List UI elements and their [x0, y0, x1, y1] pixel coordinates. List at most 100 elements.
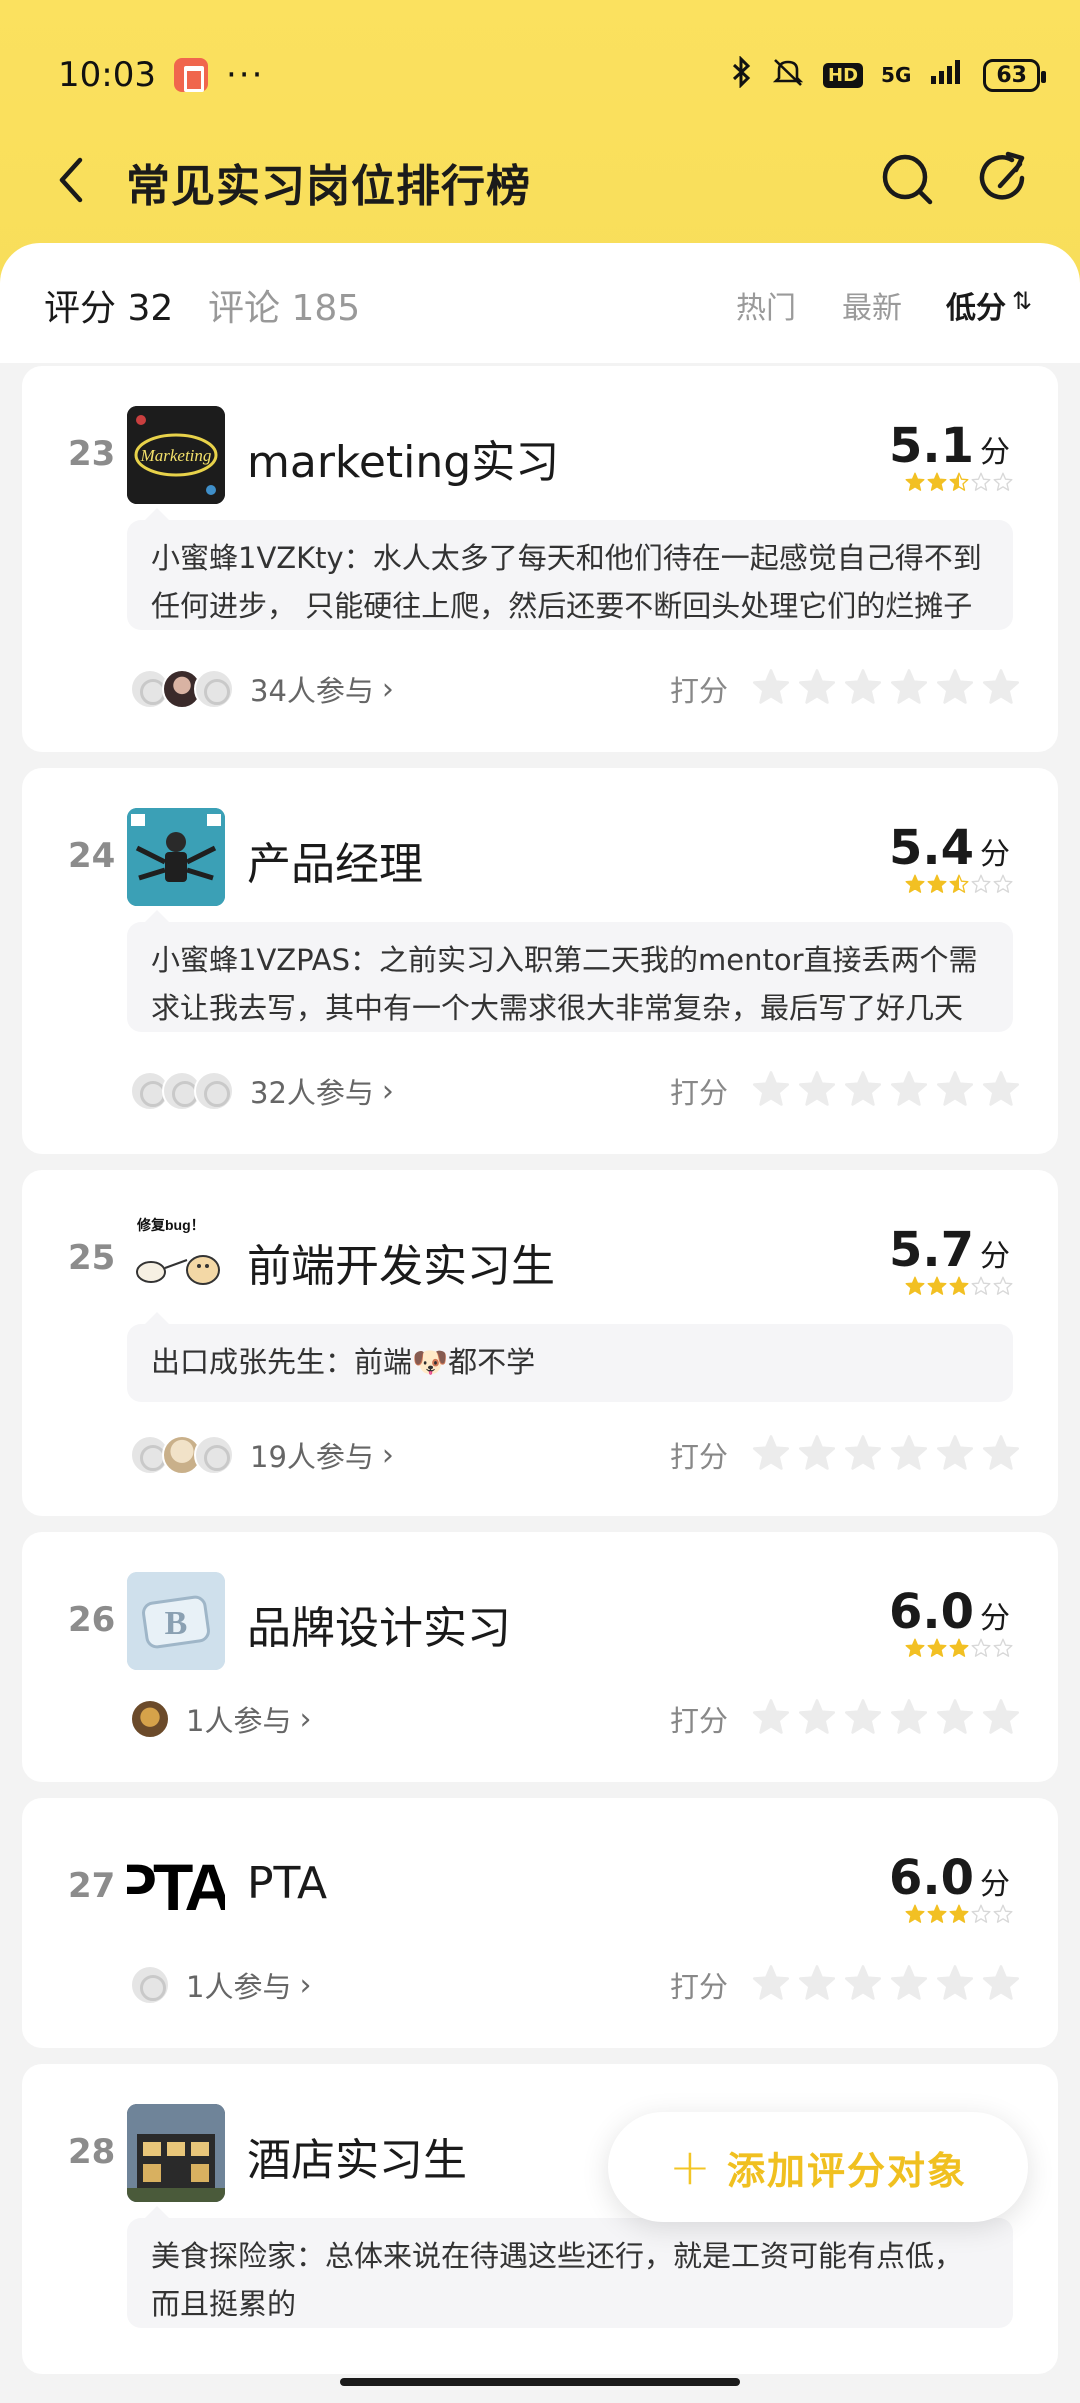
empty-star-icon[interactable]: [798, 1698, 836, 1736]
top-comment[interactable]: 小蜜蜂1VZPAS：之前实习入职第二天我的mentor直接丢两个需求让我去写，其…: [127, 910, 1013, 1032]
score: 6.0 分: [889, 1850, 1010, 1906]
ranking-card[interactable]: 26 B 品牌设计实习 6.0 分 1人参与 › 打分: [22, 1532, 1058, 1782]
comment-text: 小蜜蜂1VZPAS：之前实习入职第二天我的mentor直接丢两个需求让我去写，其…: [151, 943, 978, 1025]
item-name: PTA: [247, 1858, 328, 1909]
empty-star-icon[interactable]: [936, 668, 974, 706]
star-icon: [993, 874, 1013, 893]
item-thumbnail: PTA: [127, 1838, 225, 1936]
star-icon: [971, 1638, 991, 1657]
search-icon[interactable]: [878, 150, 938, 210]
svg-text:Marketing: Marketing: [140, 446, 212, 465]
empty-star-icon[interactable]: [982, 1434, 1020, 1472]
empty-star-icon[interactable]: [982, 1964, 1020, 2002]
top-comment[interactable]: 美食探险家：总体来说在待遇这些还行，就是工资可能有点低，而且挺累的: [127, 2206, 1013, 2328]
empty-star-icon[interactable]: [752, 1070, 790, 1108]
sort-hot[interactable]: 热门: [736, 283, 796, 327]
mini-star-rating: [905, 472, 1013, 492]
empty-star-icon[interactable]: [798, 668, 836, 706]
score-value: 5.4: [888, 820, 974, 876]
add-rating-target-label: 添加评分对象: [726, 2148, 967, 2193]
star-icon: [993, 1276, 1013, 1295]
rate-label: 打分: [670, 674, 729, 708]
sort-new[interactable]: 最新: [842, 283, 902, 327]
star-icon: [905, 874, 925, 893]
empty-star-icon[interactable]: [798, 1434, 836, 1472]
rate-stars[interactable]: [752, 1434, 1020, 1472]
empty-star-icon[interactable]: [982, 1070, 1020, 1108]
empty-star-icon[interactable]: [844, 1070, 882, 1108]
sort-low[interactable]: 低分: [946, 283, 1006, 327]
star-icon: [971, 472, 991, 491]
ranking-card[interactable]: 25 修复bug！ 前端开发实习生 5.7 分 出口成张先生：前端🐶都不学 19人…: [22, 1170, 1058, 1516]
avatar: [130, 1965, 170, 2005]
star-icon: [949, 472, 969, 491]
rate-stars[interactable]: [752, 1964, 1020, 2002]
empty-star-icon[interactable]: [936, 1698, 974, 1736]
participants-count: 32人参与: [250, 1076, 374, 1110]
more-notifications-icon: ···: [225, 55, 265, 95]
star-icon: [993, 472, 1013, 491]
empty-star-icon[interactable]: [982, 668, 1020, 706]
avatar: [194, 669, 234, 709]
star-icon: [927, 1638, 947, 1657]
empty-star-icon[interactable]: [890, 1964, 928, 2002]
star-icon: [905, 1276, 925, 1295]
empty-star-icon[interactable]: [890, 668, 928, 706]
score-unit: 分: [980, 435, 1010, 470]
mute-icon: [771, 56, 805, 95]
participants-link[interactable]: 1人参与 ›: [130, 1964, 311, 2006]
score-value: 5.7: [888, 1222, 974, 1278]
rate-label: 打分: [670, 1076, 729, 1110]
empty-star-icon[interactable]: [752, 668, 790, 706]
empty-star-icon[interactable]: [844, 1964, 882, 2002]
star-icon: [971, 1276, 991, 1295]
empty-star-icon[interactable]: [936, 1434, 974, 1472]
rate-stars[interactable]: [752, 1698, 1020, 1736]
item-name: 前端开发实习生: [247, 1241, 555, 1292]
ranking-card[interactable]: 23 Marketing marketing实习 5.1 分 小蜜蜂1VZKty：…: [22, 366, 1058, 752]
empty-star-icon[interactable]: [752, 1964, 790, 2002]
empty-star-icon[interactable]: [752, 1698, 790, 1736]
star-icon: [971, 1904, 991, 1923]
item-thumbnail: Marketing: [127, 406, 225, 504]
share-icon[interactable]: [976, 150, 1036, 210]
empty-star-icon[interactable]: [936, 1964, 974, 2002]
participants-link[interactable]: 34人参与 ›: [130, 668, 394, 710]
ranking-card[interactable]: 24 产品经理 5.4 分 小蜜蜂1VZPAS：之前实习入职第二天我的mentor…: [22, 768, 1058, 1154]
sort-order-icon[interactable]: ⇅: [1012, 287, 1032, 315]
tab-comment[interactable]: 评论 185: [208, 279, 360, 331]
home-indicator[interactable]: [340, 2378, 740, 2386]
item-thumbnail: 修复bug！: [127, 1210, 225, 1308]
participants-count: 1人参与: [186, 1704, 292, 1738]
top-comment[interactable]: 出口成张先生：前端🐶都不学: [127, 1312, 1013, 1402]
empty-star-icon[interactable]: [752, 1434, 790, 1472]
empty-star-icon[interactable]: [982, 1698, 1020, 1736]
empty-star-icon[interactable]: [890, 1434, 928, 1472]
empty-star-icon[interactable]: [844, 668, 882, 706]
chevron-right-icon: ›: [299, 1701, 312, 1737]
empty-star-icon[interactable]: [844, 1698, 882, 1736]
back-arrow-icon[interactable]: [46, 152, 102, 208]
avatar: [194, 1071, 234, 1111]
participants-link[interactable]: 32人参与 ›: [130, 1070, 394, 1112]
participants-link[interactable]: 19人参与 ›: [130, 1434, 394, 1476]
participants-count: 34人参与: [250, 674, 374, 708]
top-comment[interactable]: 小蜜蜂1VZKty：水人太多了每天和他们待在一起感觉自己得不到任何进步， 只能硬…: [127, 508, 1013, 630]
empty-star-icon[interactable]: [844, 1434, 882, 1472]
signal-icon: [929, 58, 965, 93]
ranking-card[interactable]: 27 PTA PTA 6.0 分 1人参与 › 打分: [22, 1798, 1058, 2048]
star-icon: [905, 472, 925, 491]
tab-score[interactable]: 评分 32: [44, 279, 173, 331]
battery-indicator: 63: [983, 58, 1046, 92]
empty-star-icon[interactable]: [936, 1070, 974, 1108]
empty-star-icon[interactable]: [890, 1070, 928, 1108]
rate-stars[interactable]: [752, 668, 1020, 706]
empty-star-icon[interactable]: [798, 1070, 836, 1108]
rate-stars[interactable]: [752, 1070, 1020, 1108]
item-thumbnail: [127, 808, 225, 906]
empty-star-icon[interactable]: [890, 1698, 928, 1736]
participants-link[interactable]: 1人参与 ›: [130, 1698, 311, 1740]
hd-badge: HD: [823, 62, 864, 88]
empty-star-icon[interactable]: [798, 1964, 836, 2002]
add-rating-target-button[interactable]: + 添加评分对象: [608, 2112, 1028, 2222]
